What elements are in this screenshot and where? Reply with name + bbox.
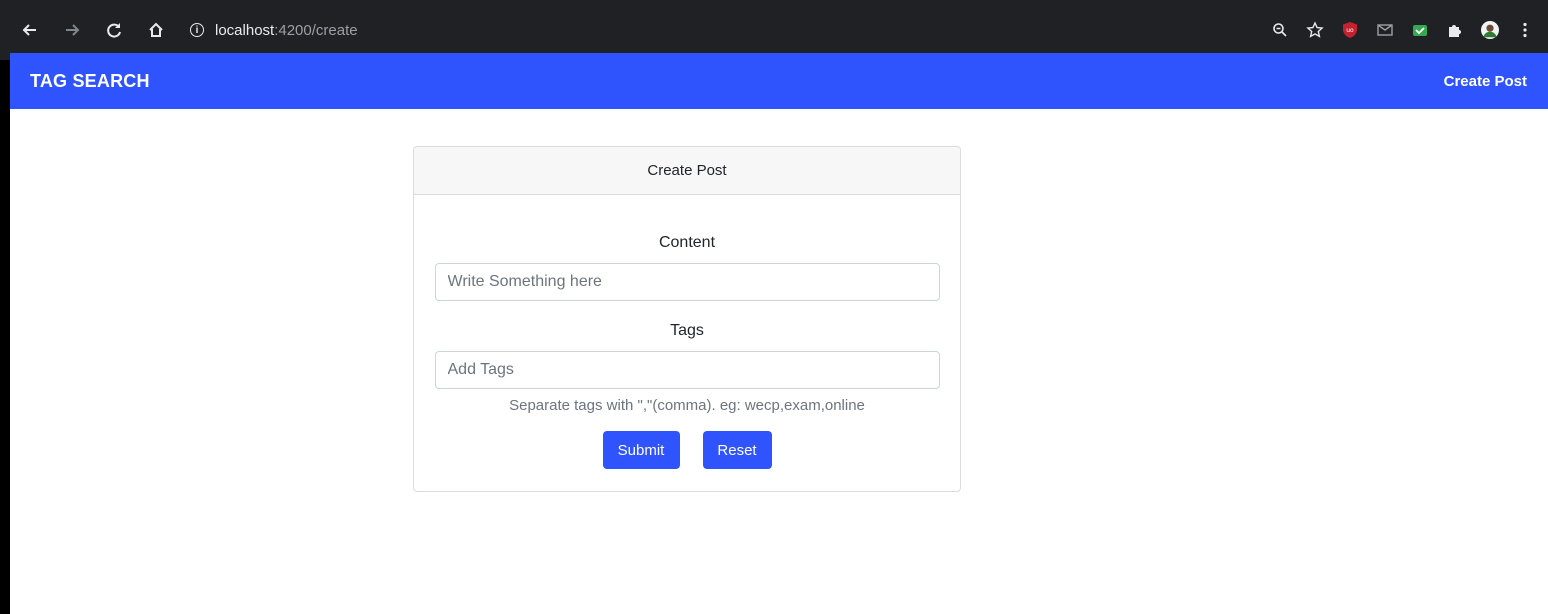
back-arrow-icon[interactable] bbox=[18, 18, 42, 42]
url-host: localhost bbox=[215, 21, 275, 39]
url-path: :4200/create bbox=[274, 21, 358, 39]
bookmark-star-icon[interactable] bbox=[1306, 21, 1324, 39]
info-icon[interactable]: i bbox=[190, 23, 204, 37]
page-viewport: TAG SEARCH Create Post Create Post Conte… bbox=[10, 53, 1548, 614]
create-post-link[interactable]: Create Post bbox=[1444, 73, 1527, 90]
address-bar[interactable]: i localhost:4200/create bbox=[190, 22, 358, 39]
form-actions: Submit Reset bbox=[414, 431, 960, 469]
card-header: Create Post bbox=[414, 147, 960, 195]
extensions-area: uo bbox=[1271, 0, 1534, 60]
home-icon[interactable] bbox=[144, 18, 168, 42]
extension-icon[interactable] bbox=[1411, 21, 1429, 39]
content-input[interactable] bbox=[434, 263, 940, 301]
menu-dots-icon[interactable] bbox=[1516, 21, 1534, 39]
profile-avatar[interactable] bbox=[1481, 21, 1499, 39]
tags-input[interactable] bbox=[434, 351, 940, 389]
content-label: Content bbox=[658, 234, 716, 251]
browser-toolbar: i localhost:4200/create uo bbox=[0, 0, 1548, 60]
reset-button[interactable]: Reset bbox=[702, 431, 772, 469]
app-navbar: TAG SEARCH Create Post bbox=[10, 53, 1548, 109]
reload-icon[interactable] bbox=[102, 18, 126, 42]
mail-icon[interactable] bbox=[1376, 21, 1394, 39]
submit-button[interactable]: Submit bbox=[602, 431, 680, 469]
zoom-icon[interactable] bbox=[1271, 21, 1289, 39]
ublock-icon[interactable]: uo bbox=[1341, 21, 1359, 39]
brand-logo[interactable]: TAG SEARCH bbox=[30, 71, 150, 92]
puzzle-icon[interactable] bbox=[1446, 21, 1464, 39]
forward-arrow-icon[interactable] bbox=[60, 18, 84, 42]
create-post-card: Create Post Content Tags Separate tags w… bbox=[413, 146, 961, 492]
tags-label: Tags bbox=[670, 322, 704, 339]
tags-hint: Separate tags with ","(comma). eg: wecp,… bbox=[509, 397, 865, 414]
svg-text:uo: uo bbox=[1346, 27, 1354, 34]
